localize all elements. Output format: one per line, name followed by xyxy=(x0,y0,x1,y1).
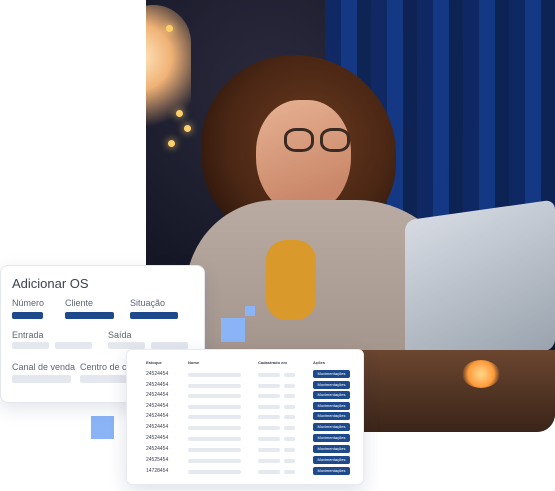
movements-button[interactable]: Movimentações xyxy=(313,370,350,378)
row-name-placeholder xyxy=(188,426,241,430)
canal-select[interactable] xyxy=(12,375,71,383)
string-light xyxy=(168,140,175,147)
row-code: 24524454 xyxy=(146,424,169,430)
row-date-placeholder xyxy=(258,384,280,388)
saida-input-date[interactable] xyxy=(108,342,145,349)
row-date-placeholder xyxy=(258,459,280,463)
row-name-placeholder xyxy=(188,394,241,398)
saida-input-time[interactable] xyxy=(151,342,188,349)
person-shirt xyxy=(266,240,316,320)
table-row: 24524454 Movimentações xyxy=(127,391,363,402)
row-time-placeholder xyxy=(284,437,295,441)
column-header-acoes: Ações xyxy=(313,360,326,365)
row-name-placeholder xyxy=(188,405,241,409)
field-label-numero: Número xyxy=(12,298,45,308)
row-name-placeholder xyxy=(188,384,241,388)
row-code: 24524454 xyxy=(146,382,169,388)
string-light xyxy=(166,25,173,32)
table-row: 24524454 Movimentações xyxy=(127,370,363,381)
cliente-input[interactable] xyxy=(65,312,114,319)
row-time-placeholder xyxy=(284,448,295,452)
card-title: Adicionar OS xyxy=(12,276,89,291)
row-date-placeholder xyxy=(258,394,280,398)
movements-button[interactable]: Movimentações xyxy=(313,456,350,464)
string-light xyxy=(184,125,191,132)
field-label-canal: Canal de venda xyxy=(12,362,76,372)
row-time-placeholder xyxy=(284,405,295,409)
row-name-placeholder xyxy=(188,373,241,377)
column-header-cadastrado: Cadastrado em xyxy=(258,360,287,365)
decor-square xyxy=(91,416,114,439)
entrada-input-time[interactable] xyxy=(55,342,92,349)
row-time-placeholder xyxy=(284,426,295,430)
row-time-placeholder xyxy=(284,470,295,474)
movements-button[interactable]: Movimentações xyxy=(313,423,350,431)
movements-button[interactable]: Movimentações xyxy=(313,412,350,420)
row-name-placeholder xyxy=(188,448,241,452)
field-label-entrada: Entrada xyxy=(12,330,44,340)
decor-square xyxy=(221,318,245,342)
movements-button[interactable]: Movimentações xyxy=(313,381,350,389)
laptop xyxy=(405,199,555,371)
inventory-table-card: Estoque Nome Cadastrado em Ações 2452445… xyxy=(126,349,364,485)
row-name-placeholder xyxy=(188,470,241,474)
table-row: 24524454 Movimentações xyxy=(127,423,363,434)
row-date-placeholder xyxy=(258,470,280,474)
row-date-placeholder xyxy=(258,405,280,409)
field-label-situacao: Situação xyxy=(130,298,166,308)
situacao-select[interactable] xyxy=(130,312,178,319)
movements-button[interactable]: Movimentações xyxy=(313,467,350,475)
numero-input[interactable] xyxy=(12,312,43,319)
movements-button[interactable]: Movimentações xyxy=(313,445,350,453)
table-row: 24524454 Movimentações xyxy=(127,412,363,423)
field-label-centro: Centro de cu xyxy=(80,362,132,372)
glasses xyxy=(284,128,352,154)
row-time-placeholder xyxy=(284,373,295,377)
row-date-placeholder xyxy=(258,426,280,430)
row-time-placeholder xyxy=(284,415,295,419)
row-date-placeholder xyxy=(258,437,280,441)
movements-button[interactable]: Movimentações xyxy=(313,434,350,442)
table-row: 14728454 Movimentações xyxy=(127,467,363,478)
column-header-estoque: Estoque xyxy=(146,360,162,365)
string-light xyxy=(176,110,183,117)
row-date-placeholder xyxy=(258,373,280,377)
column-header-nome: Nome xyxy=(188,360,200,365)
row-name-placeholder xyxy=(188,459,241,463)
table-row: 24524454 Movimentações xyxy=(127,445,363,456)
row-code: 24524454 xyxy=(146,435,169,441)
row-name-placeholder xyxy=(188,415,241,419)
row-code: 24524454 xyxy=(146,403,169,409)
row-code: 24524454 xyxy=(146,392,169,398)
row-code: 24524454 xyxy=(146,413,169,419)
field-label-cliente: Cliente xyxy=(65,298,94,308)
row-code: 24524454 xyxy=(146,446,169,452)
row-date-placeholder xyxy=(258,415,280,419)
table-row: 24525454 Movimentações xyxy=(127,456,363,467)
person-face xyxy=(256,100,351,215)
row-code: 24524454 xyxy=(146,371,169,377)
candle-glow xyxy=(462,360,500,388)
row-time-placeholder xyxy=(284,384,295,388)
row-time-placeholder xyxy=(284,459,295,463)
decor-square-small xyxy=(245,306,255,316)
centro-select[interactable] xyxy=(80,375,130,383)
row-time-placeholder xyxy=(284,394,295,398)
hero-stage: Adicionar OS Número Cliente Situação Ent… xyxy=(0,0,555,491)
movements-button[interactable]: Movimentações xyxy=(313,391,350,399)
row-code: 14728454 xyxy=(146,468,169,474)
row-code: 24525454 xyxy=(146,457,169,463)
row-date-placeholder xyxy=(258,448,280,452)
table-row: 24524454 Movimentações xyxy=(127,434,363,445)
entrada-input-date[interactable] xyxy=(12,342,49,349)
movements-button[interactable]: Movimentações xyxy=(313,402,350,410)
row-name-placeholder xyxy=(188,437,241,441)
field-label-saida: Saída xyxy=(108,330,132,340)
